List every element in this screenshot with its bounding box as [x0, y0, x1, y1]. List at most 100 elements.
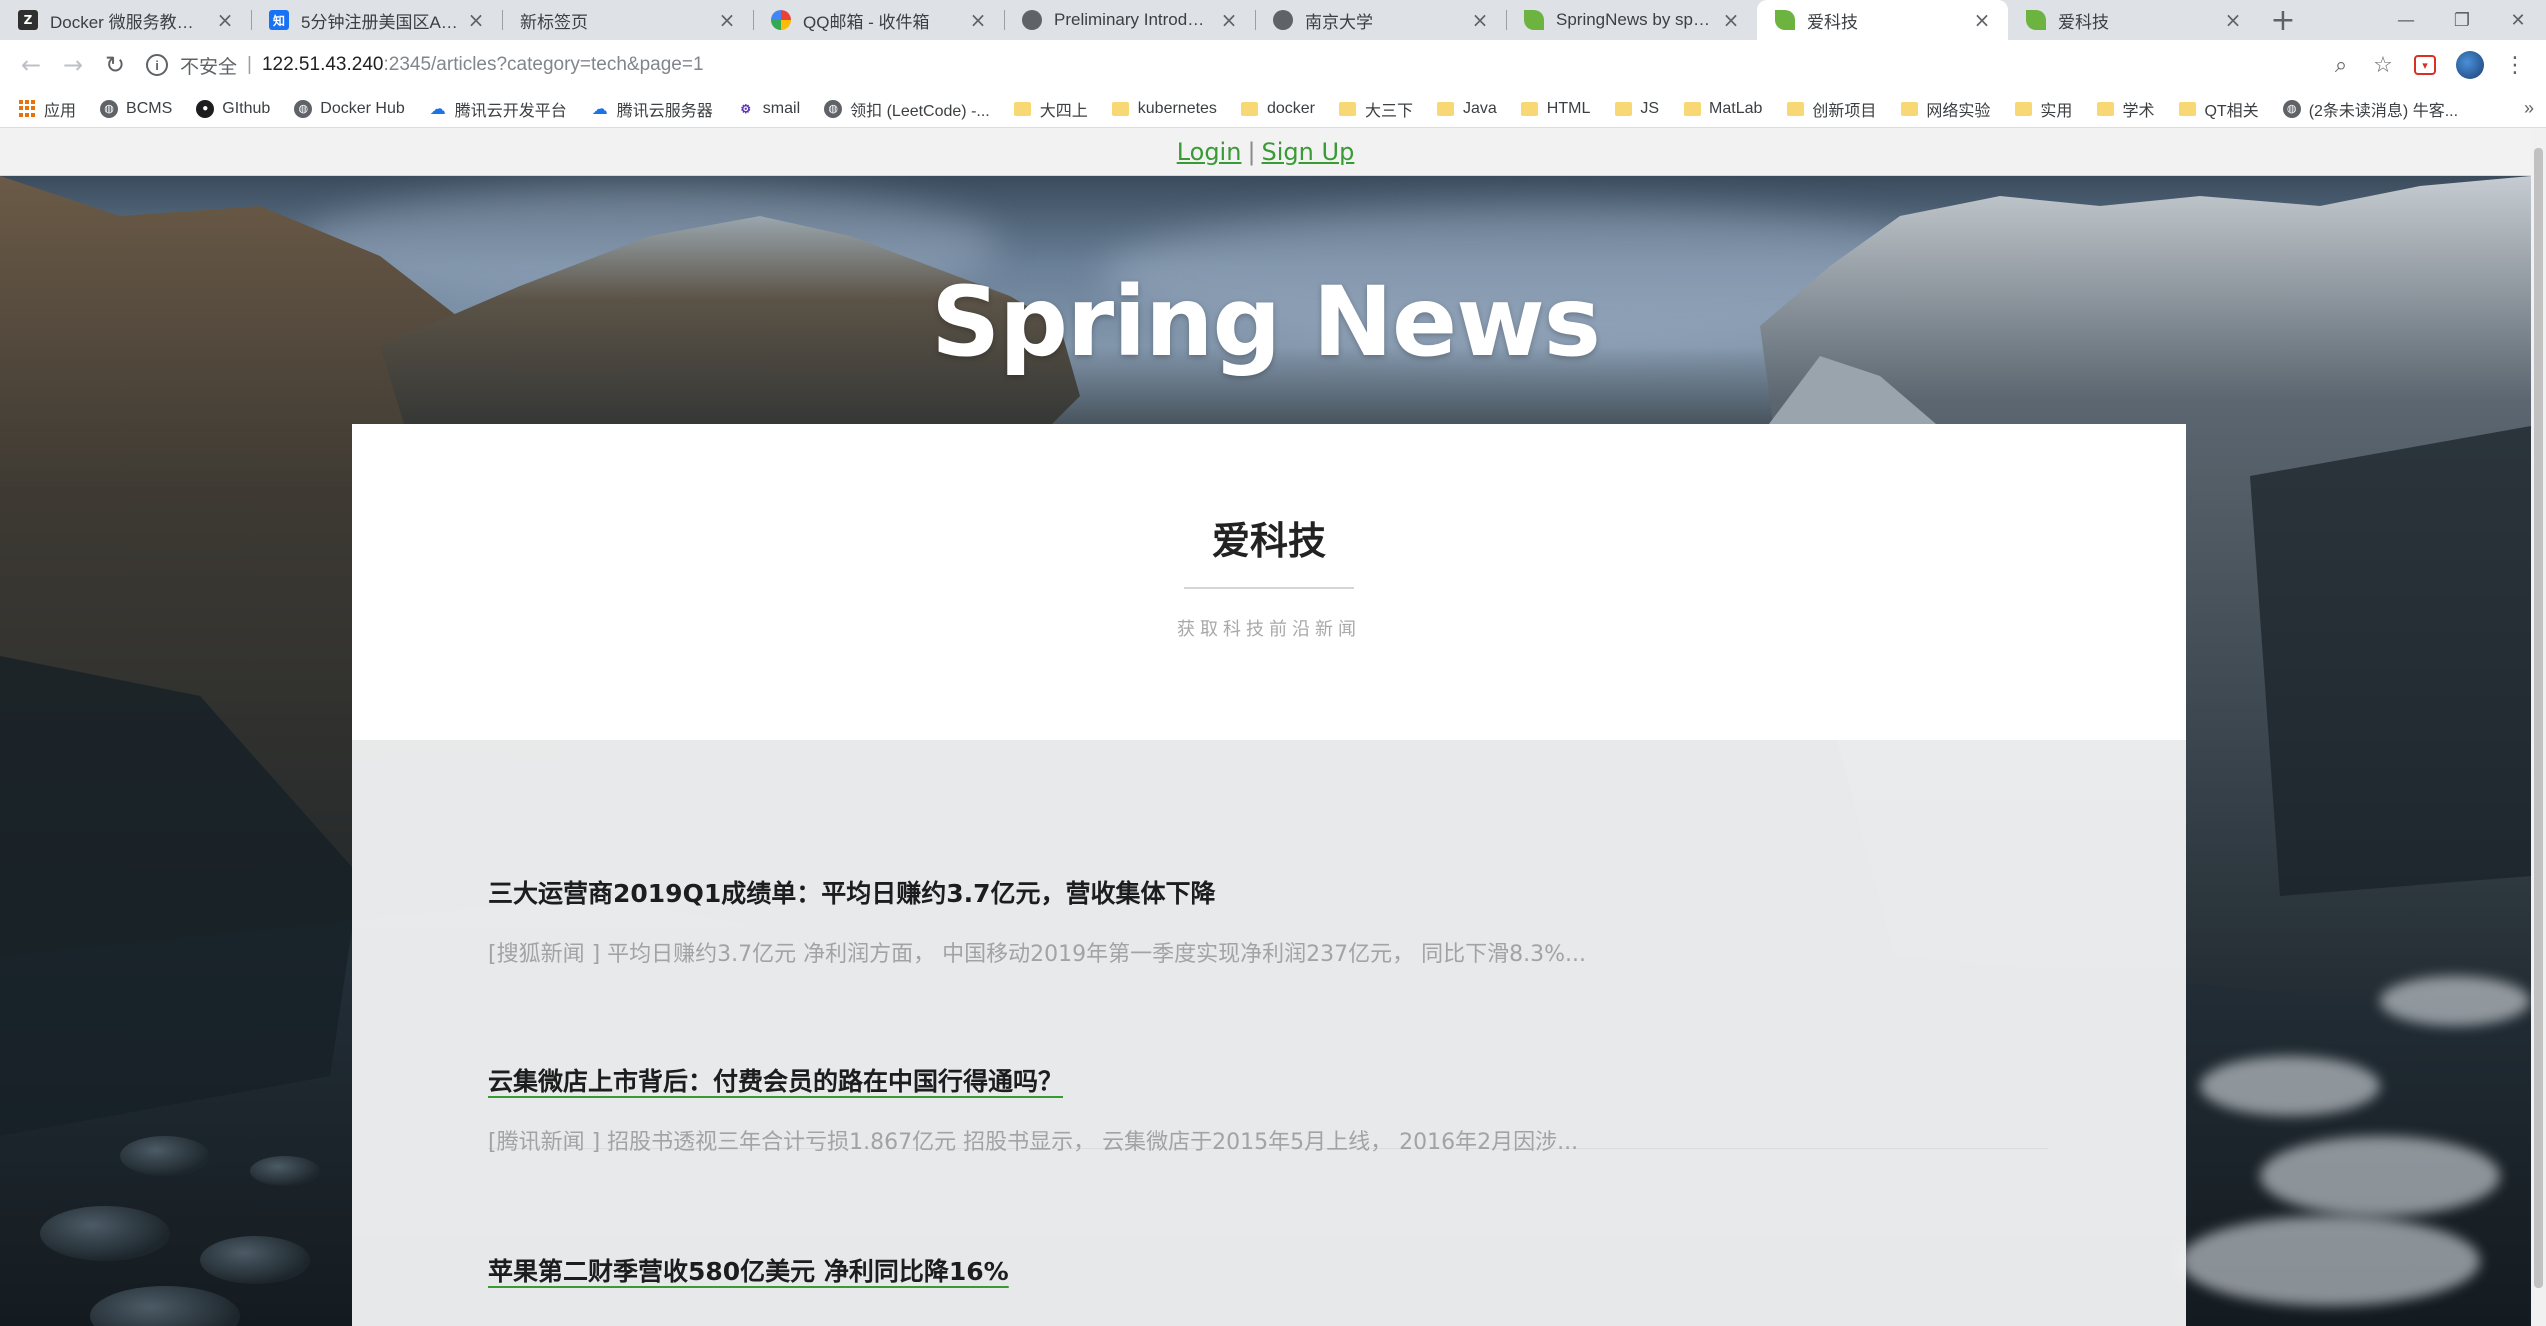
close-tab-icon[interactable]: ×	[466, 8, 486, 32]
info-icon[interactable]: i	[146, 54, 168, 76]
scrollbar-thumb[interactable]	[2534, 148, 2543, 1288]
tab-title: Preliminary Introduction	[1054, 10, 1211, 29]
zhihu-favicon-icon: 知	[269, 10, 289, 30]
qq-mail-favicon-icon	[771, 10, 791, 30]
pocket-extension-icon[interactable]: ▾	[2414, 55, 2436, 75]
folder-icon	[2096, 101, 2114, 116]
forward-arrow-icon[interactable]: →	[52, 44, 94, 86]
folder-icon	[1900, 101, 1918, 116]
article-title-link[interactable]: 云集微店上市背后：付费会员的路在中国行得通吗？	[488, 1062, 2048, 1098]
bookmark-item[interactable]: ☁ 腾讯云开发平台	[429, 97, 567, 121]
close-window-icon[interactable]: ✕	[2490, 0, 2546, 40]
browser-tab[interactable]: 知 5分钟注册美国区Apple ID ×	[251, 0, 502, 40]
browser-tab[interactable]: Preliminary Introduction ×	[1004, 0, 1255, 40]
spring-leaf-favicon-icon	[1524, 10, 1544, 30]
signup-link[interactable]: Sign Up	[1262, 138, 1355, 166]
folder-icon	[1241, 101, 1259, 116]
close-tab-icon[interactable]: ×	[1972, 8, 1992, 32]
close-tab-icon[interactable]: ×	[2223, 8, 2243, 32]
restore-icon[interactable]: ❐	[2434, 0, 2490, 40]
globe-icon: ◍	[294, 99, 313, 118]
reload-icon[interactable]: ↻	[94, 44, 136, 86]
bookmark-folder[interactable]: QT相关	[2178, 97, 2259, 121]
bookmark-folder[interactable]: docker	[1241, 100, 1315, 118]
bookmark-folder[interactable]: 网络实验	[1900, 97, 1990, 121]
browser-toolbar: ← → ↻ i 不安全 | 122.51.43.240:2345/article…	[0, 40, 2546, 90]
bookmark-label: Java	[1462, 99, 1497, 117]
bookmark-folder[interactable]: 实用	[2014, 97, 2072, 121]
bookmark-label: MatLab	[1709, 99, 1763, 117]
tab-title: 5分钟注册美国区Apple ID	[301, 12, 458, 32]
bookmark-folder[interactable]: 大四上	[1014, 97, 1088, 121]
browser-tab[interactable]: 南京大学 ×	[1255, 0, 1506, 40]
tab-title: 新标签页	[520, 12, 588, 32]
close-tab-icon[interactable]: ×	[968, 8, 988, 32]
browser-tab[interactable]: 新标签页 ×	[502, 0, 753, 40]
site-title: Spring News	[931, 266, 1601, 378]
bookmark-label: (2条未读消息) 牛客...	[2308, 102, 2459, 120]
browser-tab-active[interactable]: 爱科技 ×	[1757, 0, 2008, 40]
bookmark-folder[interactable]: 大三下	[1339, 97, 1413, 121]
close-tab-icon[interactable]: ×	[1219, 8, 1239, 32]
folder-icon	[2178, 101, 2196, 116]
bookmark-item[interactable]: ☁ 腾讯云服务器	[591, 97, 713, 121]
page-scrollbar[interactable]	[2531, 128, 2546, 1326]
globe-icon: ◍	[100, 99, 119, 118]
bookmark-label: 应用	[44, 102, 77, 120]
bookmark-star-icon[interactable]: ☆	[2362, 44, 2404, 86]
browser-tab[interactable]: SpringNews by springboot ×	[1506, 0, 1757, 40]
bookmark-folder[interactable]: HTML	[1521, 100, 1590, 118]
zoom-icon[interactable]: ⌕	[2320, 44, 2362, 86]
bookmark-label: GIthub	[222, 99, 271, 117]
spring-leaf-favicon-icon	[2026, 10, 2046, 30]
bookmark-item[interactable]: ⚙ smail	[737, 100, 800, 118]
article-title-link[interactable]: 三大运营商2019Q1成绩单：平均日赚约3.7亿元，营收集体下降	[488, 874, 2048, 910]
login-link[interactable]: Login	[1177, 138, 1242, 166]
folder-icon	[1014, 101, 1032, 116]
bookmark-folder[interactable]: JS	[1614, 100, 1659, 118]
article-title-link[interactable]: 苹果第二财季营收580亿美元 净利同比降16%	[488, 1252, 2048, 1288]
browser-tab[interactable]: 爱科技 ×	[2008, 0, 2259, 40]
snow-patch	[2200, 1056, 2380, 1116]
address-bar[interactable]: i 不安全 | 122.51.43.240:2345/articles?cate…	[146, 45, 2320, 85]
bookmark-item[interactable]: ◍ 领扣 (LeetCode) -...	[824, 97, 990, 121]
bookmark-folder[interactable]: 学术	[2096, 97, 2154, 121]
bookmark-folder[interactable]: kubernetes	[1112, 100, 1217, 118]
close-tab-icon[interactable]: ×	[1721, 8, 1741, 32]
bookmark-item[interactable]: ◍ (2条未读消息) 牛客...	[2282, 97, 2459, 121]
close-tab-icon[interactable]: ×	[1470, 8, 1490, 32]
browser-tab[interactable]: QQ邮箱 - 收件箱 ×	[753, 0, 1004, 40]
page-viewport: Spring News Login | Sign Up 爱科技 获取科技前沿新闻…	[0, 128, 2546, 1326]
folder-icon	[1786, 101, 1804, 116]
bookmark-label: smail	[762, 99, 801, 117]
close-tab-icon[interactable]: ×	[215, 8, 235, 32]
bookmarks-overflow-icon[interactable]: »	[2524, 98, 2534, 119]
bookmark-label: JS	[1640, 99, 1660, 117]
back-arrow-icon[interactable]: ←	[10, 44, 52, 86]
bookmark-label: QT相关	[2204, 102, 2259, 120]
tab-title: 爱科技	[1807, 12, 1858, 32]
snow-patch	[2180, 1216, 2480, 1306]
auth-bar: Login | Sign Up	[0, 128, 2531, 176]
bookmark-item[interactable]: ● GIthub	[196, 99, 271, 118]
new-tab-button[interactable]: +	[2263, 0, 2303, 40]
close-tab-icon[interactable]: ×	[717, 8, 737, 32]
folder-icon	[1112, 101, 1130, 116]
window-controls: — ❐ ✕	[2378, 0, 2546, 40]
bookmark-item[interactable]: ◍ BCMS	[100, 99, 172, 118]
minimize-icon[interactable]: —	[2378, 0, 2434, 40]
bookmark-item[interactable]: ◍ Docker Hub	[294, 99, 405, 118]
tencent-cloud-icon: ☁	[591, 100, 608, 118]
tab-title: 爱科技	[2058, 12, 2109, 32]
browser-tab[interactable]: Z Docker 微服务教程 - 阮一 ×	[0, 0, 251, 40]
bookmark-folder[interactable]: MatLab	[1683, 100, 1762, 118]
auth-separator: |	[1247, 137, 1256, 166]
bookmark-folder[interactable]: 创新项目	[1786, 97, 1876, 121]
profile-avatar[interactable]	[2456, 51, 2484, 79]
tab-title: Docker 微服务教程 - 阮一	[50, 12, 207, 32]
bookmark-folder[interactable]: Java	[1437, 100, 1497, 118]
menu-kebab-icon[interactable]: ⋮	[2494, 44, 2536, 86]
bookmark-label: 领扣 (LeetCode) -...	[850, 102, 990, 120]
article-item: 云集微店上市背后：付费会员的路在中国行得通吗？ [腾讯新闻 ] 招股书透视三年合…	[488, 1062, 2048, 1156]
bookmark-item[interactable]: 应用	[18, 97, 76, 121]
